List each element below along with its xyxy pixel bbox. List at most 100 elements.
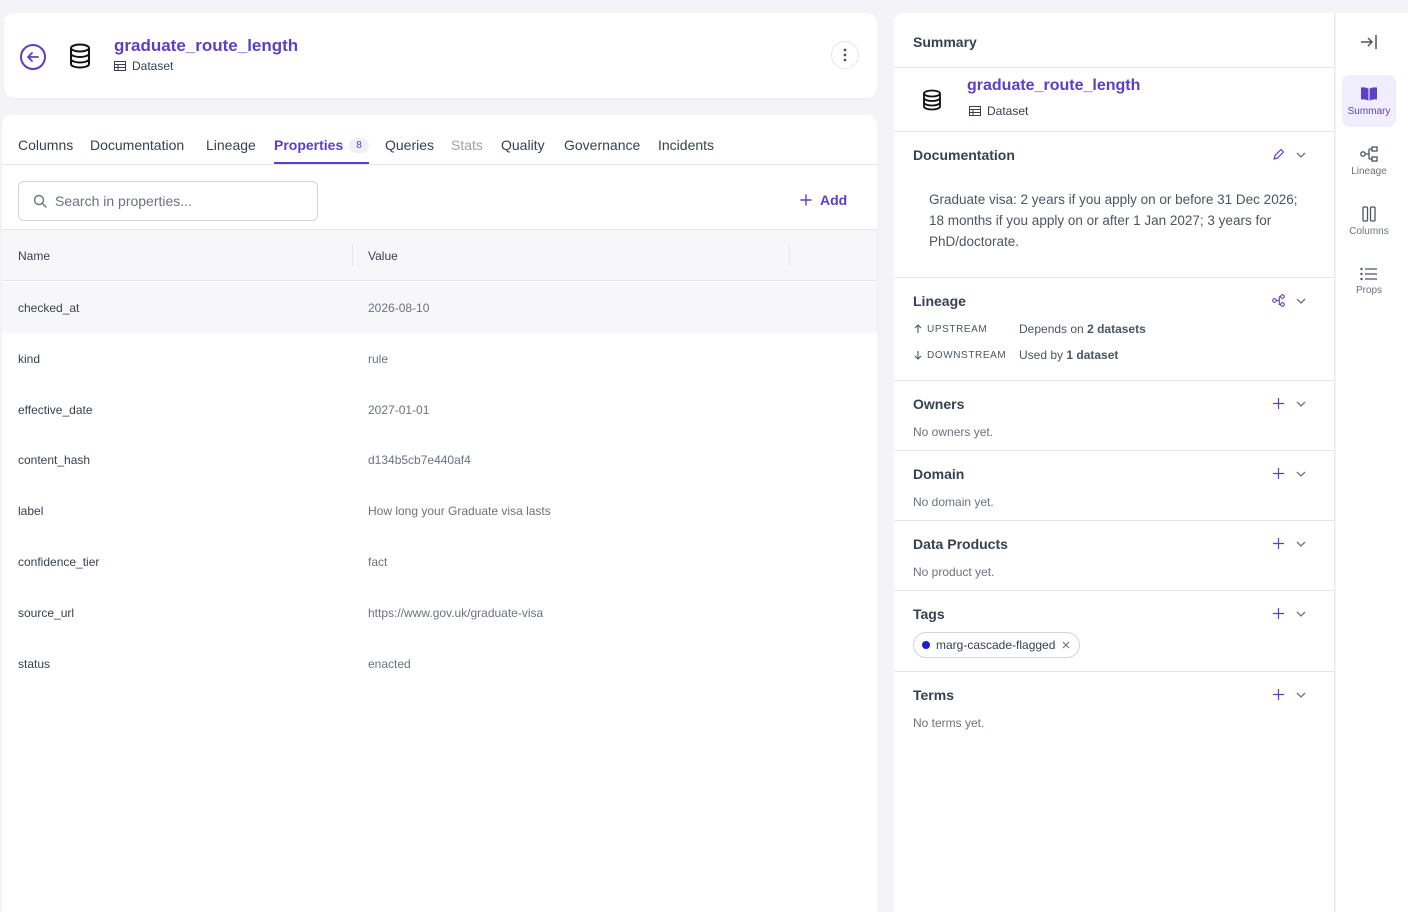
arrow-left-icon (27, 52, 39, 62)
divider (894, 520, 1335, 521)
data-products-empty: No product yet. (913, 565, 995, 579)
rail-item-props[interactable]: Props (1342, 255, 1396, 307)
terms-section-title: Terms (913, 687, 954, 703)
property-name: checked_at (18, 301, 80, 315)
downstream-count: 1 dataset (1066, 348, 1119, 362)
page-title[interactable]: graduate_route_length (114, 36, 298, 56)
documentation-text: Graduate visa: 2 years if you apply on o… (929, 192, 1298, 249)
property-value: 2026-08-10 (368, 301, 430, 315)
close-icon[interactable] (1061, 640, 1071, 650)
chevron-down-icon[interactable] (1295, 468, 1307, 480)
property-value: fact (368, 555, 388, 569)
tab-governance[interactable]: Governance (564, 137, 640, 153)
tab-lineage[interactable]: Lineage (206, 137, 256, 153)
tab-queries[interactable]: Queries (385, 137, 434, 153)
back-button[interactable] (20, 44, 46, 70)
rail-item-summary[interactable]: Summary (1342, 75, 1396, 127)
tab-documentation[interactable]: Documentation (90, 137, 184, 153)
column-divider[interactable] (789, 244, 790, 266)
search-box[interactable] (18, 181, 318, 221)
tab-properties[interactable]: Properties 8 (274, 137, 369, 153)
rail-item-lineage[interactable]: Lineage (1342, 135, 1396, 187)
property-value: How long your Graduate visa lasts (368, 504, 551, 518)
tab-stats: Stats (451, 137, 483, 153)
lineage-section-title: Lineage (913, 293, 966, 309)
property-name: confidence_tier (18, 555, 100, 569)
table-row[interactable]: source_url https://www.gov.uk/graduate-vi… (2, 587, 877, 638)
plus-icon[interactable] (1272, 688, 1285, 701)
chevron-down-icon[interactable] (1295, 295, 1307, 307)
database-icon (922, 89, 942, 116)
rail-item-label: Lineage (1351, 165, 1387, 177)
table-row[interactable]: status enacted (2, 638, 877, 689)
more-options-button[interactable] (831, 41, 859, 69)
property-value: d134b5cb7e440af4 (368, 453, 471, 467)
plus-icon[interactable] (1272, 537, 1285, 550)
tags-actions (1272, 607, 1307, 620)
column-header-name[interactable]: Name (18, 249, 50, 263)
lineage-actions (1272, 294, 1307, 307)
table-header: Name Value (2, 229, 877, 281)
chevron-down-icon[interactable] (1295, 689, 1307, 701)
data-products-actions (1272, 537, 1307, 550)
terms-actions (1272, 688, 1307, 701)
table-row[interactable]: kind rule (2, 333, 877, 384)
divider (894, 590, 1335, 591)
plus-icon[interactable] (1272, 397, 1285, 410)
property-name: content_hash (18, 453, 91, 467)
lineage-icon (1360, 145, 1378, 162)
chevron-down-icon[interactable] (1295, 538, 1307, 550)
tags-section-title: Tags (913, 606, 945, 622)
upstream-description[interactable]: Depends on 2 datasets (1019, 322, 1146, 336)
property-value: enacted (368, 657, 411, 671)
downstream-description[interactable]: Used by 1 dataset (1019, 348, 1118, 362)
arrow-up-icon (914, 324, 922, 333)
tab-incidents[interactable]: Incidents (658, 137, 714, 153)
property-name: label (18, 504, 44, 518)
downstream-label-text: DOWNSTREAM (927, 349, 1007, 361)
table-row[interactable]: label How long your Graduate visa lasts (2, 485, 877, 536)
rail-item-columns[interactable]: Columns (1342, 195, 1396, 247)
entity-header: graduate_route_length Dataset (4, 13, 877, 98)
table-row[interactable]: effective_date 2027-01-01 (2, 384, 877, 435)
search-icon (33, 194, 47, 208)
rail-item-label: Props (1355, 284, 1383, 296)
domain-section-title: Domain (913, 466, 965, 482)
tag-chip[interactable]: marg-cascade-flagged (913, 632, 1081, 658)
data-products-section-title: Data Products (913, 536, 1008, 552)
list-icon (1360, 267, 1377, 280)
summary-entity-title[interactable]: graduate_route_length (967, 77, 1140, 95)
tab-quality[interactable]: Quality (501, 137, 545, 153)
plus-icon[interactable] (1272, 467, 1285, 480)
pencil-icon[interactable] (1272, 148, 1285, 161)
entity-type: Dataset (114, 59, 173, 73)
table-row[interactable]: checked_at 2026-08-10 (2, 282, 877, 333)
property-value: https://www.gov.uk/graduate-visa (368, 606, 544, 620)
chevron-down-icon[interactable] (1295, 608, 1307, 620)
divider (894, 380, 1335, 381)
chevron-down-icon[interactable] (1295, 149, 1307, 161)
property-name: status (18, 657, 51, 671)
property-value: 2027-01-01 (368, 403, 430, 417)
tab-bar: Columns Documentation Lineage Properties… (2, 115, 877, 165)
tab-columns[interactable]: Columns (18, 137, 73, 153)
table-row[interactable]: content_hash d134b5cb7e440af4 (2, 434, 877, 485)
add-property-button[interactable]: Add (800, 192, 847, 208)
plus-icon[interactable] (1272, 607, 1285, 620)
search-input[interactable] (55, 193, 295, 209)
column-header-value[interactable]: Value (368, 249, 398, 263)
owners-section-title: Owners (913, 396, 965, 412)
add-label: Add (820, 192, 848, 208)
lineage-graph-icon[interactable] (1272, 294, 1285, 307)
domain-actions (1272, 467, 1307, 480)
database-icon (68, 43, 92, 74)
table-row[interactable]: confidence_tier fact (2, 536, 877, 587)
chevron-down-icon[interactable] (1295, 398, 1307, 410)
summary-heading: Summary (913, 34, 977, 50)
collapse-panel-icon[interactable] (1360, 34, 1378, 50)
column-divider[interactable] (352, 244, 353, 266)
sidebar-rail: Summary Lineage Columns Props (1336, 13, 1408, 912)
table-icon (114, 61, 126, 71)
columns-icon (1362, 205, 1376, 222)
properties-panel: Columns Documentation Lineage Properties… (2, 115, 877, 912)
